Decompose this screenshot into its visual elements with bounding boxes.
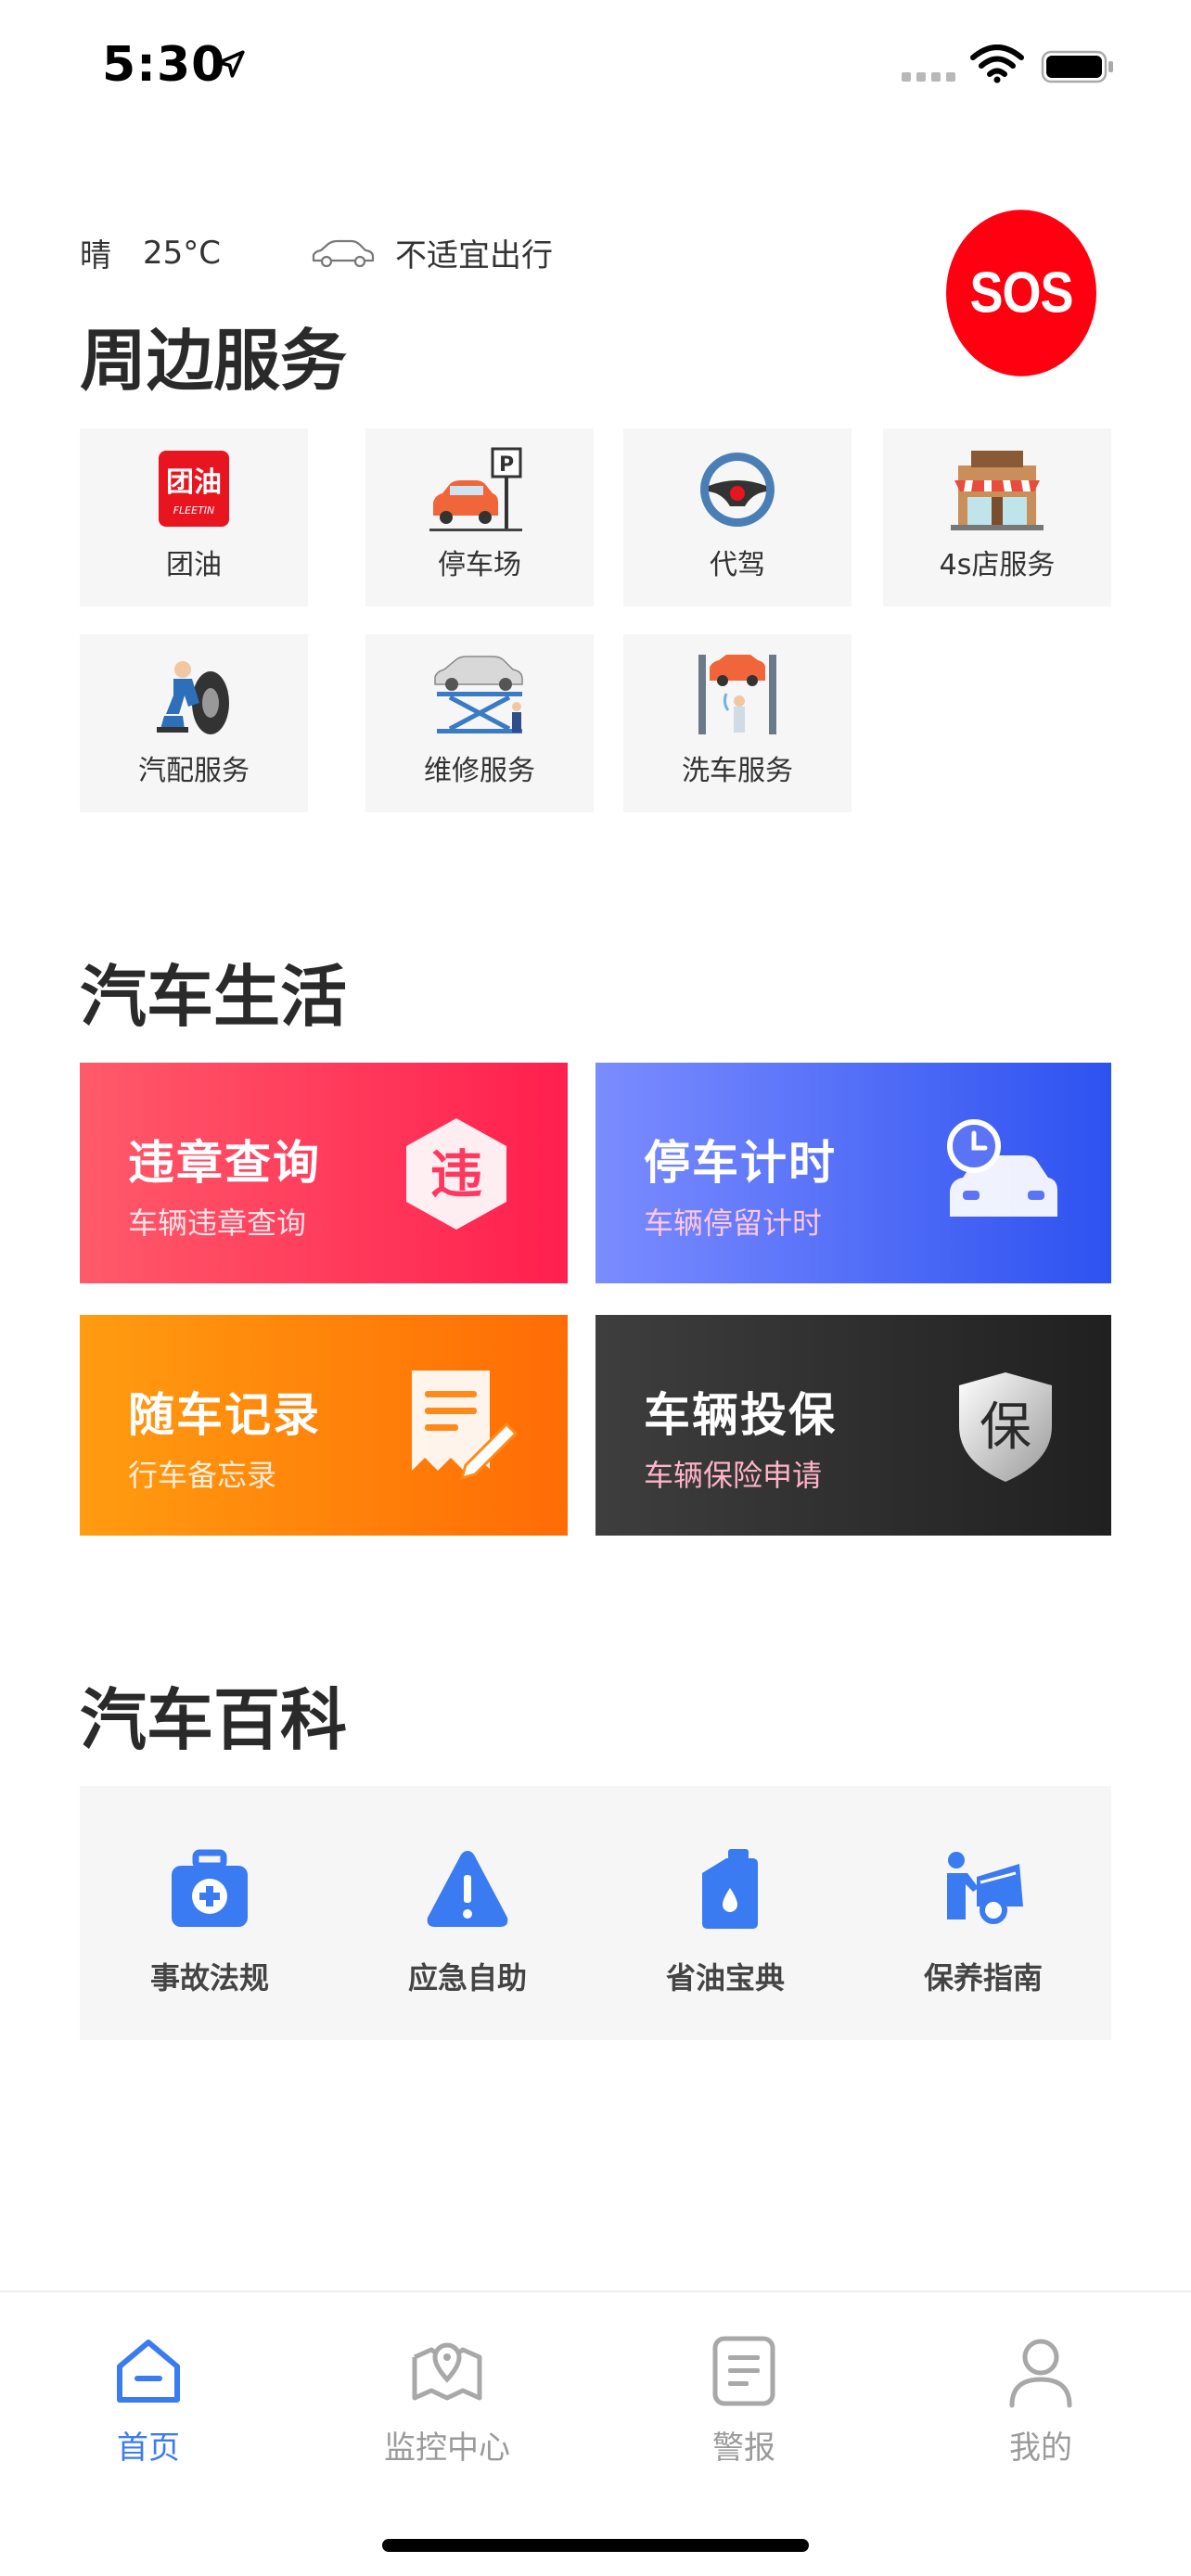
card-title: 车辆投保 [644,1388,837,1442]
sos-button[interactable]: SOS [946,210,1096,376]
fuel-logo-icon: 团油 FLEETIN [159,451,229,527]
service-auto-parts[interactable]: 汽配服务 [80,634,308,812]
encyclopedia-accident-rules[interactable]: 事故法规 [117,1845,302,1997]
tab-label: 监控中心 [384,2429,510,2467]
card-title: 违章查询 [128,1136,321,1190]
parking-icon: P [429,447,522,531]
card-travel-record[interactable]: 随车记录 行车备忘录 [80,1315,568,1536]
home-icon [117,2340,180,2403]
service-label: 维修服务 [424,755,535,787]
card-title: 随车记录 [128,1388,321,1442]
status-time: 5:30 [102,37,226,93]
tab-home[interactable]: 首页 [56,2333,241,2468]
service-label: 4s店服务 [939,549,1056,581]
insurance-shield-icon: 保 [959,1372,1052,1482]
tab-bar: 首页 监控中心 警报 我的 [0,2290,1191,2576]
steering-wheel-icon [700,453,775,527]
card-subtitle: 车辆停留计时 [644,1205,823,1241]
encyclopedia-panel: 事故法规 应急自助 省油宝典 保养指南 [80,1786,1111,2040]
service-parking[interactable]: P 停车场 [365,428,594,606]
card-parking-timer[interactable]: 停车计时 车辆停留计时 [596,1063,1111,1283]
document-icon [712,2336,775,2406]
car-maintenance-icon [947,1852,1023,1924]
encyclopedia-label: 保养指南 [923,1960,1043,1996]
travel-advice: 不适宜出行 [395,237,554,274]
card-vehicle-insurance[interactable]: 车辆投保 车辆保险申请 保 [596,1315,1111,1536]
service-car-wash[interactable]: 洗车服务 [623,634,852,812]
oil-can-icon [702,1849,758,1929]
service-label: 代驾 [710,549,765,581]
encyclopedia-label: 事故法规 [149,1960,269,1996]
tire-mechanic-icon [157,661,229,734]
tab-label: 警报 [712,2429,775,2467]
svg-text:团油: 团油 [166,466,222,499]
section-title-car-life: 汽车生活 [80,958,348,1036]
cellular-signal-icon [902,72,955,82]
car-lift-icon [434,656,523,733]
note-icon [412,1371,519,1481]
svg-text:保: 保 [980,1397,1031,1458]
card-title: 停车计时 [644,1136,837,1190]
car-wash-icon [698,655,776,734]
tab-label: 我的 [1009,2429,1072,2467]
card-subtitle: 车辆保险申请 [644,1458,823,1493]
encyclopedia-label: 应急自助 [407,1960,527,1996]
service-label: 团油 [166,549,222,581]
service-repair[interactable]: 维修服务 [365,634,594,812]
map-pin-icon [412,2342,482,2401]
svg-text:P: P [499,453,514,477]
service-4s-shop[interactable]: 4s店服务 [883,428,1111,606]
service-label: 停车场 [438,549,521,581]
svg-text:违: 违 [430,1145,482,1205]
first-aid-kit-icon [172,1849,248,1927]
encyclopedia-label: 省油宝典 [665,1960,785,1996]
wifi-icon [970,45,1024,83]
warning-triangle-icon [427,1851,508,1927]
parking-timer-icon [947,1119,1057,1217]
section-title-encyclopedia: 汽车百科 [80,1681,348,1759]
weather-temperature: 25°C [143,234,222,272]
service-label: 汽配服务 [138,755,250,787]
service-designated-driver[interactable]: 代驾 [623,428,852,606]
home-indicator [382,2539,809,2552]
encyclopedia-fuel-saving[interactable]: 省油宝典 [633,1845,818,1997]
violation-icon: 违 [406,1118,506,1230]
weather-condition: 晴 [80,237,111,274]
card-subtitle: 车辆违章查询 [128,1205,307,1241]
tab-label: 首页 [117,2429,180,2467]
service-tuanyou[interactable]: 团油 FLEETIN 团油 [80,428,308,606]
svg-text:FLEETIN: FLEETIN [173,504,215,516]
encyclopedia-emergency-help[interactable]: 应急自助 [375,1845,560,1997]
service-label: 洗车服务 [682,755,793,787]
user-icon [1009,2339,1072,2408]
section-title-nearby: 周边服务 [80,322,348,400]
location-arrow-icon [217,50,245,78]
tab-mine[interactable]: 我的 [948,2333,1133,2468]
weather-row: 晴 25°C 不适宜出行 [80,230,553,275]
card-violation-query[interactable]: 违章查询 车辆违章查询 违 [80,1063,568,1283]
car-outline-icon [312,239,375,267]
card-subtitle: 行车备忘录 [128,1458,277,1493]
battery-icon [1041,50,1113,83]
tab-monitor-center[interactable]: 监控中心 [354,2333,540,2468]
encyclopedia-maintenance-guide[interactable]: 保养指南 [890,1845,1076,1997]
status-bar: 5:30 [0,0,1191,139]
tab-alarm[interactable]: 警报 [651,2333,837,2468]
dealership-icon [951,451,1044,530]
